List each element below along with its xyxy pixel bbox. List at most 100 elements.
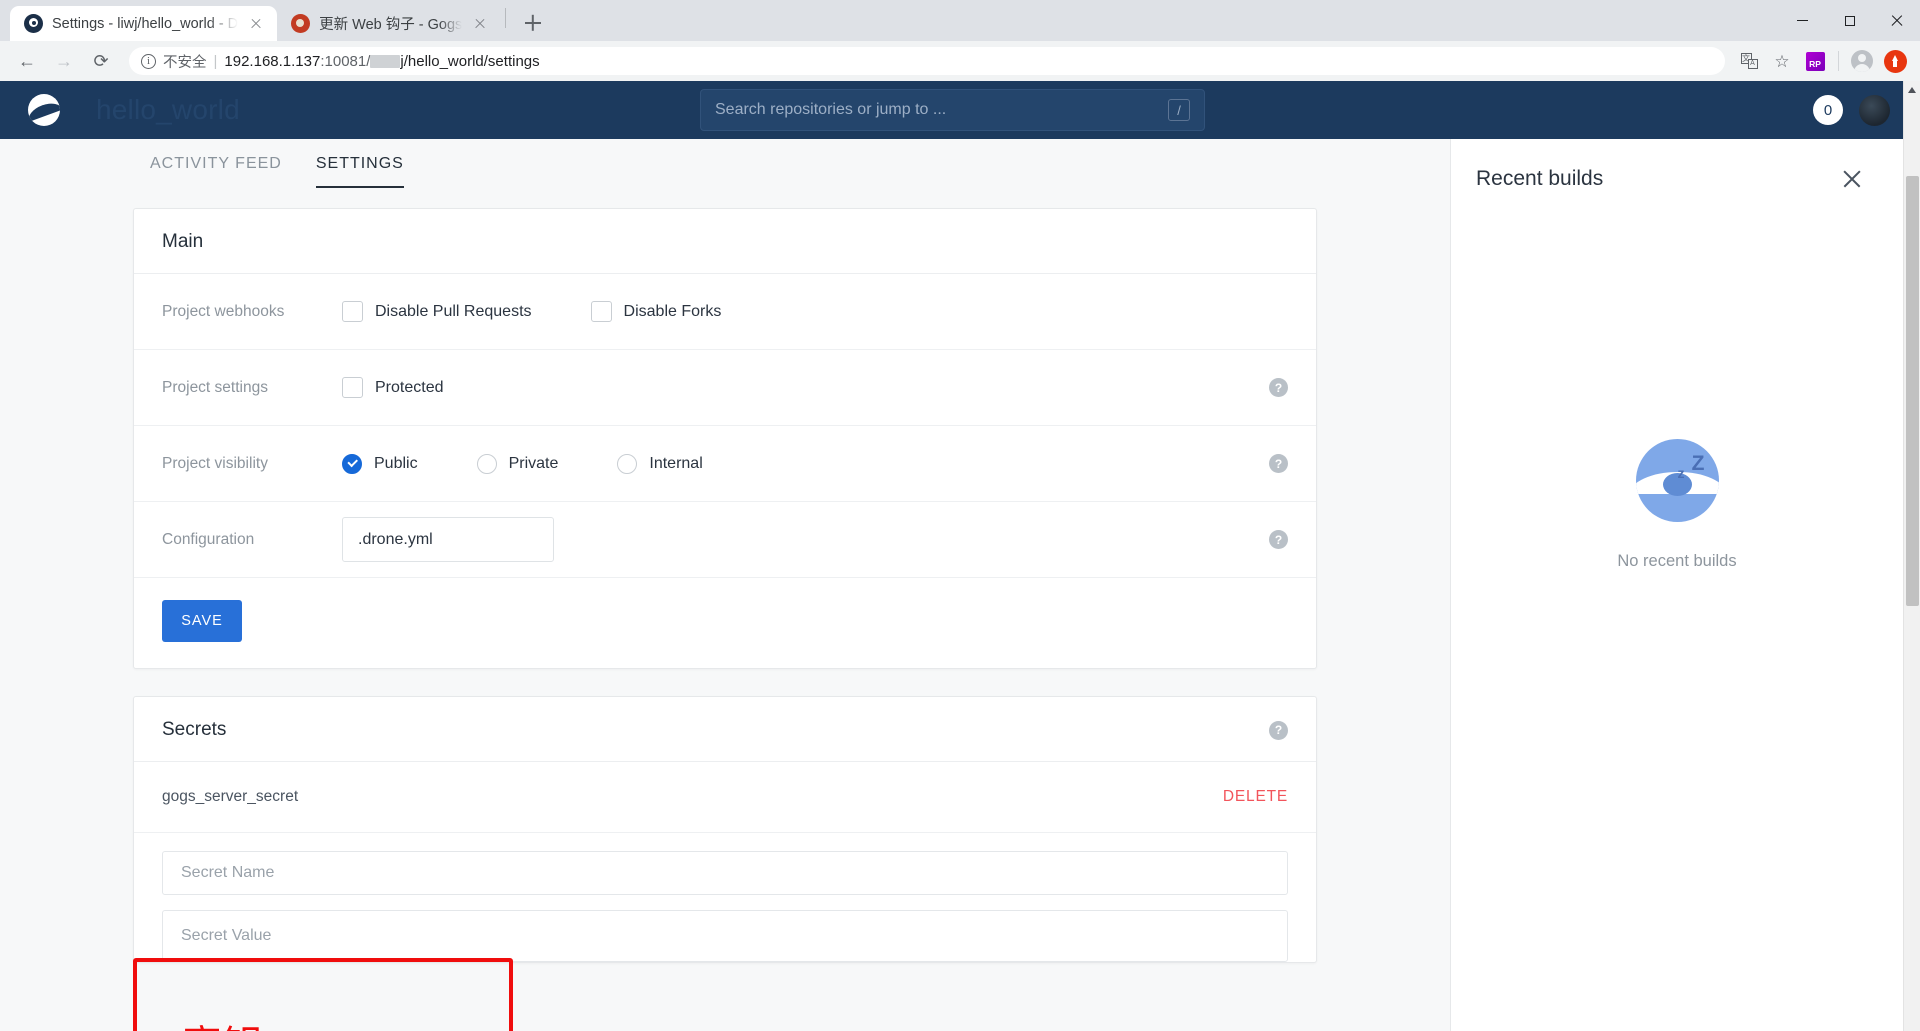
close-icon[interactable]	[1841, 168, 1863, 190]
configuration-value: .drone.yml	[358, 530, 433, 548]
row-project-settings: Project settings Protected ?	[134, 350, 1316, 426]
forward-arrow-icon: →	[55, 50, 73, 71]
row-label: Project webhooks	[162, 302, 285, 320]
radio-private[interactable]: Private	[476, 453, 559, 474]
row-configuration: Configuration .drone.yml ?	[134, 502, 1316, 578]
help-icon[interactable]: ?	[1269, 454, 1288, 473]
address-bar[interactable]: i 不安全 | 192.168.1.137:10081/j/hello_worl…	[129, 47, 1725, 75]
main-card-title: Main	[134, 209, 1316, 274]
browser-tab-0[interactable]: Settings - liwj/hello_world - D	[10, 6, 278, 41]
z-big-label: Z	[1691, 452, 1705, 475]
project-tabs: ACTIVITY FEED SETTINGS	[0, 139, 1450, 188]
secret-name-text: gogs_server_secret	[162, 788, 299, 805]
help-icon[interactable]: ?	[1269, 378, 1288, 397]
toolbar-divider	[1838, 51, 1839, 71]
option-label: Private	[508, 454, 559, 472]
translate-button[interactable]: 文A	[1734, 46, 1764, 76]
content-row: ACTIVITY FEED SETTINGS Main Project webh…	[0, 139, 1920, 1031]
options-group: Public Private Internal	[342, 453, 703, 474]
build-count-badge[interactable]: 0	[1813, 95, 1843, 125]
checkbox-icon[interactable]	[590, 301, 612, 322]
checkbox-icon[interactable]	[342, 377, 363, 398]
radio-public[interactable]: Public	[342, 453, 418, 474]
reload-icon: ⟳	[93, 50, 109, 71]
bookmark-star-icon: ☆	[1774, 51, 1790, 71]
browser-tab-strip: Settings - liwj/hello_world - D 更新 Web 钩…	[0, 0, 1920, 41]
annotation-label: 密钥	[182, 1026, 262, 1031]
save-button[interactable]: SAVE	[162, 600, 242, 642]
row-label: Project settings	[162, 378, 268, 396]
checkbox-protected[interactable]: Protected	[342, 377, 443, 398]
translate-icon: 文A	[1740, 53, 1758, 69]
tab-activity-feed[interactable]: ACTIVITY FEED	[150, 155, 282, 188]
secrets-card-title: Secrets ?	[134, 697, 1316, 762]
option-label: Internal	[649, 454, 703, 472]
browser-tab-1[interactable]: 更新 Web 钩子 - Gogs	[277, 6, 502, 41]
close-icon[interactable]	[471, 15, 489, 33]
radio-icon-selected[interactable]	[342, 453, 362, 474]
row-label: Project visibility	[162, 454, 268, 472]
scrollbar-thumb[interactable]	[1906, 176, 1919, 606]
secret-value-input[interactable]: Secret Value	[162, 910, 1288, 962]
url-host: 192.168.1.137	[224, 52, 321, 70]
profile-button[interactable]	[1847, 46, 1877, 76]
sidebar-header: Recent builds	[1451, 139, 1903, 191]
checkbox-icon[interactable]	[342, 301, 363, 322]
window-close-button[interactable]	[1873, 0, 1920, 41]
search-input[interactable]: Search repositories or jump to ... /	[700, 89, 1205, 131]
tab-label: SETTINGS	[315, 155, 404, 172]
secret-name-placeholder: Secret Name	[181, 864, 275, 881]
option-label: Disable Forks	[623, 302, 722, 320]
close-icon[interactable]	[247, 15, 265, 33]
help-icon[interactable]: ?	[1269, 720, 1288, 740]
red-app-icon	[1883, 49, 1907, 73]
options-group: Disable Pull Requests Disable Forks	[342, 301, 721, 322]
row-label: Configuration	[162, 530, 255, 548]
tab-divider	[505, 7, 507, 28]
maximize-icon	[1844, 15, 1855, 26]
back-arrow-icon: ←	[18, 50, 36, 71]
browser-app-button[interactable]	[1880, 46, 1910, 76]
search-shortcut-key: /	[1168, 99, 1190, 121]
configuration-input[interactable]: .drone.yml	[342, 517, 554, 562]
search-placeholder: Search repositories or jump to ...	[715, 101, 947, 118]
security-label: 不安全	[163, 54, 207, 71]
new-tab-button[interactable]	[517, 7, 549, 39]
extension-rp-icon: RP	[1805, 51, 1825, 71]
minimize-button[interactable]	[1779, 0, 1826, 41]
drone-logo-icon[interactable]	[28, 94, 60, 126]
url-path: j/hello_world/settings	[400, 52, 540, 70]
tab-settings[interactable]: SETTINGS	[315, 155, 404, 188]
save-row: SAVE	[134, 578, 1316, 668]
reload-button[interactable]: ⟳	[84, 44, 118, 78]
maximize-button[interactable]	[1826, 0, 1873, 41]
checkbox-disable-pull-requests[interactable]: Disable Pull Requests	[342, 301, 532, 322]
main-column: ACTIVITY FEED SETTINGS Main Project webh…	[0, 139, 1450, 1031]
close-icon	[1890, 14, 1904, 28]
radio-internal[interactable]: Internal	[617, 453, 703, 474]
radio-icon[interactable]	[617, 453, 638, 474]
radio-icon[interactable]	[476, 453, 497, 474]
url-port: :10081/	[320, 52, 371, 70]
avatar[interactable]	[1859, 94, 1890, 126]
secret-list-item: gogs_server_secret DELETE	[134, 762, 1316, 833]
app-header: hello_world Search repositories or jump …	[0, 81, 1920, 139]
help-icon[interactable]: ?	[1269, 530, 1288, 549]
profile-avatar-icon	[1851, 50, 1873, 72]
checkbox-disable-forks[interactable]: Disable Forks	[590, 301, 722, 322]
back-button[interactable]: ←	[10, 44, 44, 78]
card-title-text: Secrets	[162, 719, 227, 740]
delete-secret-button[interactable]: DELETE	[1223, 788, 1288, 806]
recent-builds-sidebar: Recent builds Z z No recent builds	[1450, 139, 1903, 1031]
secret-name-input[interactable]: Secret Name	[162, 851, 1288, 895]
info-icon[interactable]: i	[141, 53, 156, 69]
main-settings-card: Main Project webhooks Disable Pull Reque…	[133, 208, 1317, 669]
bookmark-button[interactable]: ☆	[1767, 46, 1797, 76]
page-scrollbar[interactable]	[1903, 81, 1920, 1031]
row-project-webhooks: Project webhooks Disable Pull Requests D…	[134, 274, 1316, 350]
extension-rp-button[interactable]: RP	[1800, 46, 1830, 76]
scroll-up-arrow-icon[interactable]	[1908, 87, 1916, 93]
z-small-label: z	[1677, 465, 1685, 481]
tab-label: ACTIVITY FEED	[150, 155, 282, 172]
forward-button[interactable]: →	[47, 44, 81, 78]
